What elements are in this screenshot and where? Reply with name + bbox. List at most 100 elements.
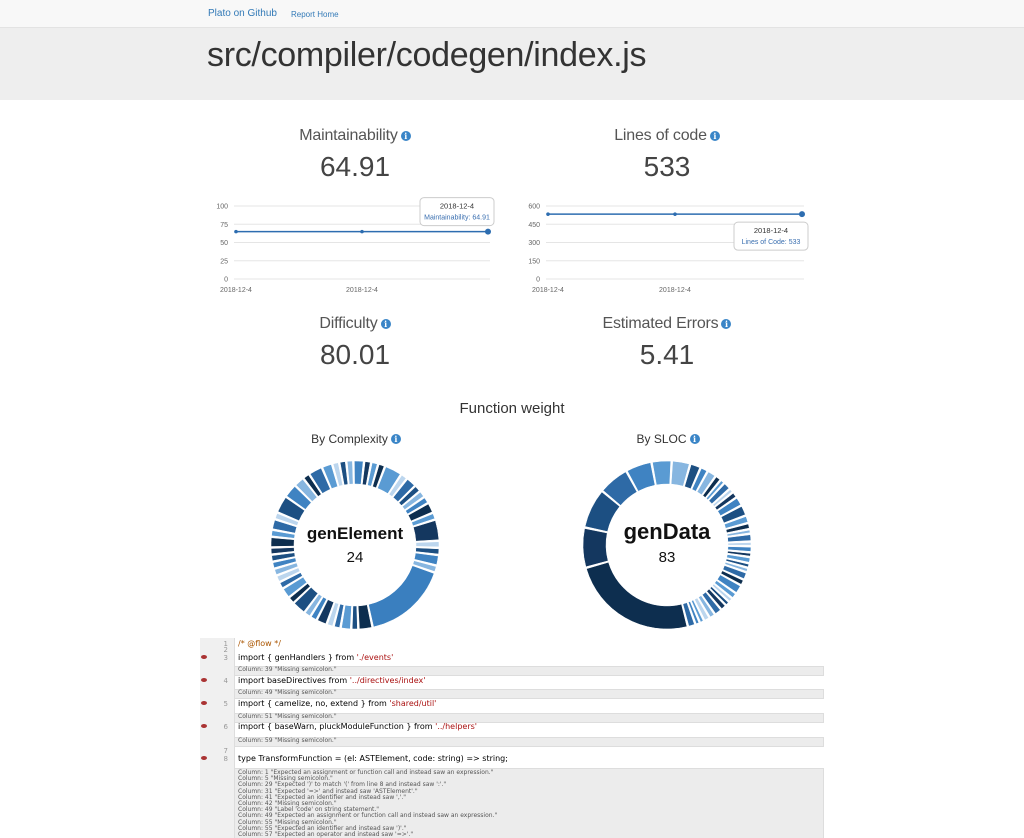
code-string: './events' xyxy=(356,653,394,662)
code-line: 8 type TransformFunction = (el: ASTEleme… xyxy=(200,753,824,765)
error-eye-icon[interactable] xyxy=(201,724,207,728)
lint-message-text: Column: 39 "Missing semicolon." xyxy=(238,666,337,673)
page-title: src/compiler/codegen/index.js xyxy=(207,36,647,74)
stat-label: Lines of code xyxy=(614,127,707,144)
donut-center-value: 83 xyxy=(659,549,676,566)
header-banner: src/compiler/codegen/index.js xyxy=(0,28,1024,100)
donut-title-text: By SLOC xyxy=(636,432,687,446)
stat-difficulty: Difficulty i 80.01 xyxy=(200,315,510,371)
stat-value: 80.01 xyxy=(319,339,391,370)
info-icon[interactable]: i xyxy=(721,319,732,329)
donut-center-label: genElement xyxy=(307,524,404,543)
lint-message-text: Column: 51 "Missing semicolon." xyxy=(238,713,337,720)
line-number: 8 xyxy=(223,755,228,763)
code-part: import { genHandlers } from xyxy=(238,653,357,662)
y-tick-label: 450 xyxy=(528,222,540,229)
stat-lines-of-code: Lines of code i 533 xyxy=(512,127,822,183)
stat-maintainability: Maintainability i 64.91 xyxy=(200,127,510,183)
error-eye-icon[interactable] xyxy=(201,655,207,659)
y-tick-label: 25 xyxy=(220,258,228,265)
x-tick-label: 2018-12-4 xyxy=(346,287,378,294)
data-point xyxy=(234,229,238,234)
data-point xyxy=(546,212,550,216)
code-line: 5 import { camelize, no, extend } from '… xyxy=(200,698,824,710)
tooltip-date: 2018-12-4 xyxy=(440,202,474,211)
stat-label: Difficulty xyxy=(319,315,378,332)
source-code-listing: 1 /* @flow */ 2 3 import { genHandlers }… xyxy=(200,638,824,838)
code-part: import { baseWarn, pluckModuleFunction }… xyxy=(238,722,436,731)
donut-center-value: 24 xyxy=(347,549,364,566)
tooltip-value: Lines of Code: 533 xyxy=(742,239,801,246)
sloc-donut: genData 83 xyxy=(582,460,752,630)
donut-slice xyxy=(354,460,364,485)
info-icon[interactable]: i xyxy=(400,131,411,141)
maintainability-chart: 0 25 50 75 100 2018-12-4 2018-12-4 2018-12-4 Mai… xyxy=(216,197,495,294)
code-line: 6 import { baseWarn, pluckModuleFunction… xyxy=(200,721,824,733)
stat-value: 5.41 xyxy=(639,339,695,370)
lint-message-text: Column: 57 "Expected an operator and ins… xyxy=(238,831,414,838)
donut-slice xyxy=(351,605,358,630)
info-icon[interactable]: i xyxy=(380,319,391,329)
error-eye-icon[interactable] xyxy=(201,756,207,760)
code-string: 'shared/util' xyxy=(389,699,437,708)
line-number: 5 xyxy=(223,700,228,708)
donut-slice xyxy=(270,537,295,547)
lint-message-text: Column: 59 "Missing semicolon." xyxy=(238,737,337,744)
lint-message-text: Column: 49 "Missing semicolon." xyxy=(238,689,337,696)
nav-report-home-link[interactable]: Report Home xyxy=(291,10,339,19)
donut-slice xyxy=(586,561,688,630)
x-tick-label: 2018-12-4 xyxy=(532,287,564,294)
stat-value: 533 xyxy=(643,151,691,182)
error-eye-icon[interactable] xyxy=(201,701,207,705)
tooltip-value: Maintainability: 64.91 xyxy=(424,215,490,222)
y-tick-label: 75 xyxy=(220,222,228,229)
code-string: '../directives/index' xyxy=(349,676,426,685)
data-point xyxy=(673,212,677,216)
data-point xyxy=(799,211,805,218)
line-number: 4 xyxy=(223,677,228,685)
nav-github-link[interactable]: Plato on Github xyxy=(208,8,277,19)
y-tick-label: 100 xyxy=(216,204,228,211)
by-complexity-title: By Complexity i xyxy=(256,432,456,446)
complexity-donut: genElement 24 xyxy=(270,460,440,630)
stat-label: Estimated Errors xyxy=(602,315,719,332)
donut-slice xyxy=(582,528,609,568)
donut-slice xyxy=(652,460,671,486)
donut-slice xyxy=(727,546,752,552)
code-string: '../helpers' xyxy=(435,722,477,731)
code-line: 3 import { genHandlers } from './events' xyxy=(200,652,824,664)
donut-slice xyxy=(346,460,354,485)
donut-slice xyxy=(368,565,435,628)
code-part: import baseDirectives from xyxy=(238,676,350,685)
data-point xyxy=(360,229,364,234)
info-icon[interactable]: i xyxy=(390,434,401,444)
stat-estimated-errors: Estimated Errors i 5.41 xyxy=(512,315,822,371)
donut-center-label: genData xyxy=(624,519,712,544)
y-tick-label: 600 xyxy=(528,204,540,211)
code-text: import { camelize, no, extend } from 'sh… xyxy=(238,699,436,708)
line-number-gutter xyxy=(200,638,235,838)
code-text: import baseDirectives from '../directive… xyxy=(238,676,425,685)
line-number: 6 xyxy=(223,723,228,731)
donut-slice xyxy=(727,542,752,546)
error-eye-icon[interactable] xyxy=(201,678,207,682)
code-part: import { camelize, no, extend } from xyxy=(238,699,390,708)
navbar: Plato on Github Report Home xyxy=(0,0,1024,28)
x-tick-label: 2018-12-4 xyxy=(220,287,252,294)
stat-label: Maintainability xyxy=(299,127,398,144)
code-text: type TransformFunction = (el: ASTElement… xyxy=(238,754,508,763)
donut-slice xyxy=(415,541,440,548)
x-tick-label: 2018-12-4 xyxy=(659,287,691,294)
donut-slice xyxy=(415,547,440,555)
by-sloc-title: By SLOC i xyxy=(568,432,768,446)
lint-message-block: Column: 1 "Expected an assignment or fun… xyxy=(234,768,824,838)
line-number: 3 xyxy=(223,654,228,662)
code-line: 4 import baseDirectives from '../directi… xyxy=(200,675,824,687)
tooltip-date: 2018-12-4 xyxy=(754,226,788,235)
stat-value: 64.91 xyxy=(319,151,391,182)
y-tick-label: 50 xyxy=(220,240,228,247)
y-tick-label: 150 xyxy=(528,258,540,265)
lines-of-code-chart: 0 150 300 450 600 2018-12-4 2018-12-4 2018-12-4… xyxy=(528,204,809,294)
info-icon[interactable]: i xyxy=(709,131,720,141)
info-icon[interactable]: i xyxy=(689,434,700,444)
